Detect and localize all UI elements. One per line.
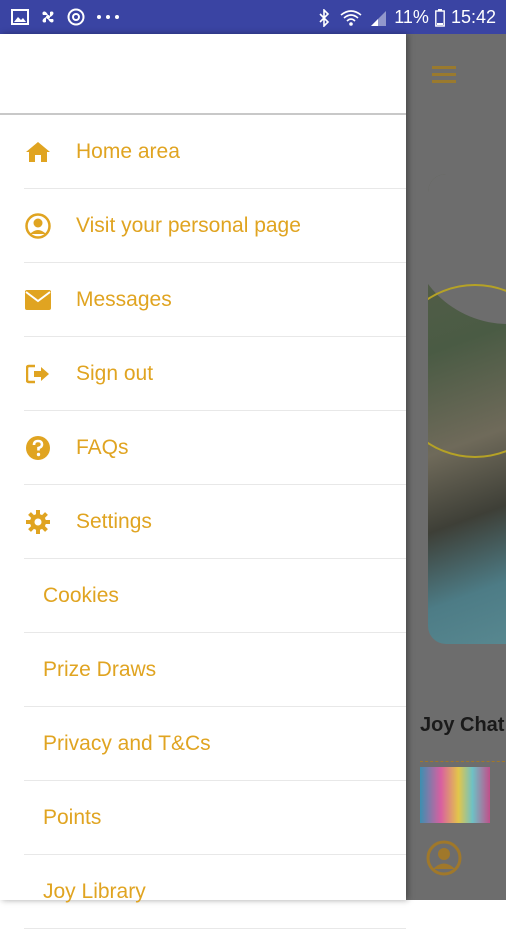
- signal-icon: [368, 8, 388, 28]
- menu-item-prize-draws[interactable]: Prize Draws: [24, 633, 406, 707]
- status-bar: 11% 15:42: [0, 0, 506, 34]
- target-icon: [66, 7, 86, 27]
- envelope-icon: [24, 286, 52, 314]
- menu-item-cookies[interactable]: Cookies: [24, 559, 406, 633]
- menu-item-joy-library[interactable]: Joy Library: [24, 855, 406, 929]
- wifi-icon: [340, 8, 362, 28]
- menu-item-label: Cookies: [43, 583, 119, 607]
- gear-icon: [24, 508, 52, 536]
- background-app[interactable]: Joy Chat: [406, 34, 506, 900]
- navigation-drawer: Home area Visit your personal page Messa…: [0, 34, 406, 929]
- question-circle-icon: [24, 434, 52, 462]
- bluetooth-icon: [314, 8, 334, 28]
- menu-item-label: Privacy and T&Cs: [43, 731, 211, 755]
- hero-image: [428, 174, 506, 644]
- more-icon: [94, 7, 122, 27]
- pinwheel-icon: [38, 7, 58, 27]
- menu-item-label: Points: [43, 805, 102, 829]
- menu-item-label: Settings: [76, 509, 152, 533]
- drawer-menu: Home area Visit your personal page Messa…: [0, 115, 406, 929]
- battery-icon: [435, 8, 445, 28]
- menu-item-label: FAQs: [76, 435, 129, 459]
- menu-item-faqs[interactable]: FAQs: [24, 411, 406, 485]
- image-icon: [10, 7, 30, 27]
- menu-item-settings[interactable]: Settings: [24, 485, 406, 559]
- menu-item-privacy[interactable]: Privacy and T&Cs: [24, 707, 406, 781]
- menu-item-label: Sign out: [76, 361, 154, 385]
- menu-item-label: Messages: [76, 287, 172, 311]
- menu-item-sign-out[interactable]: Sign out: [24, 337, 406, 411]
- user-circle-icon: [24, 212, 52, 240]
- menu-item-home-area[interactable]: Home area: [24, 115, 406, 189]
- decorative-circle: [428, 284, 506, 458]
- hamburger-menu-icon[interactable]: [432, 66, 456, 84]
- section-title: Joy Chat: [420, 714, 505, 736]
- menu-item-points[interactable]: Points: [24, 781, 406, 855]
- clock: 15:42: [450, 7, 496, 27]
- battery-percent: 11%: [394, 7, 429, 27]
- chat-thumbnail[interactable]: [420, 767, 490, 823]
- user-avatar-icon[interactable]: [426, 840, 462, 876]
- divider: [420, 761, 506, 762]
- drawer-header: [0, 34, 406, 115]
- menu-item-label: Prize Draws: [43, 657, 157, 681]
- menu-item-messages[interactable]: Messages: [24, 263, 406, 337]
- sign-out-icon: [24, 360, 52, 388]
- menu-item-label: Visit your personal page: [76, 213, 301, 237]
- home-icon: [24, 138, 52, 166]
- menu-item-personal-page[interactable]: Visit your personal page: [24, 189, 406, 263]
- menu-item-label: Home area: [76, 139, 180, 163]
